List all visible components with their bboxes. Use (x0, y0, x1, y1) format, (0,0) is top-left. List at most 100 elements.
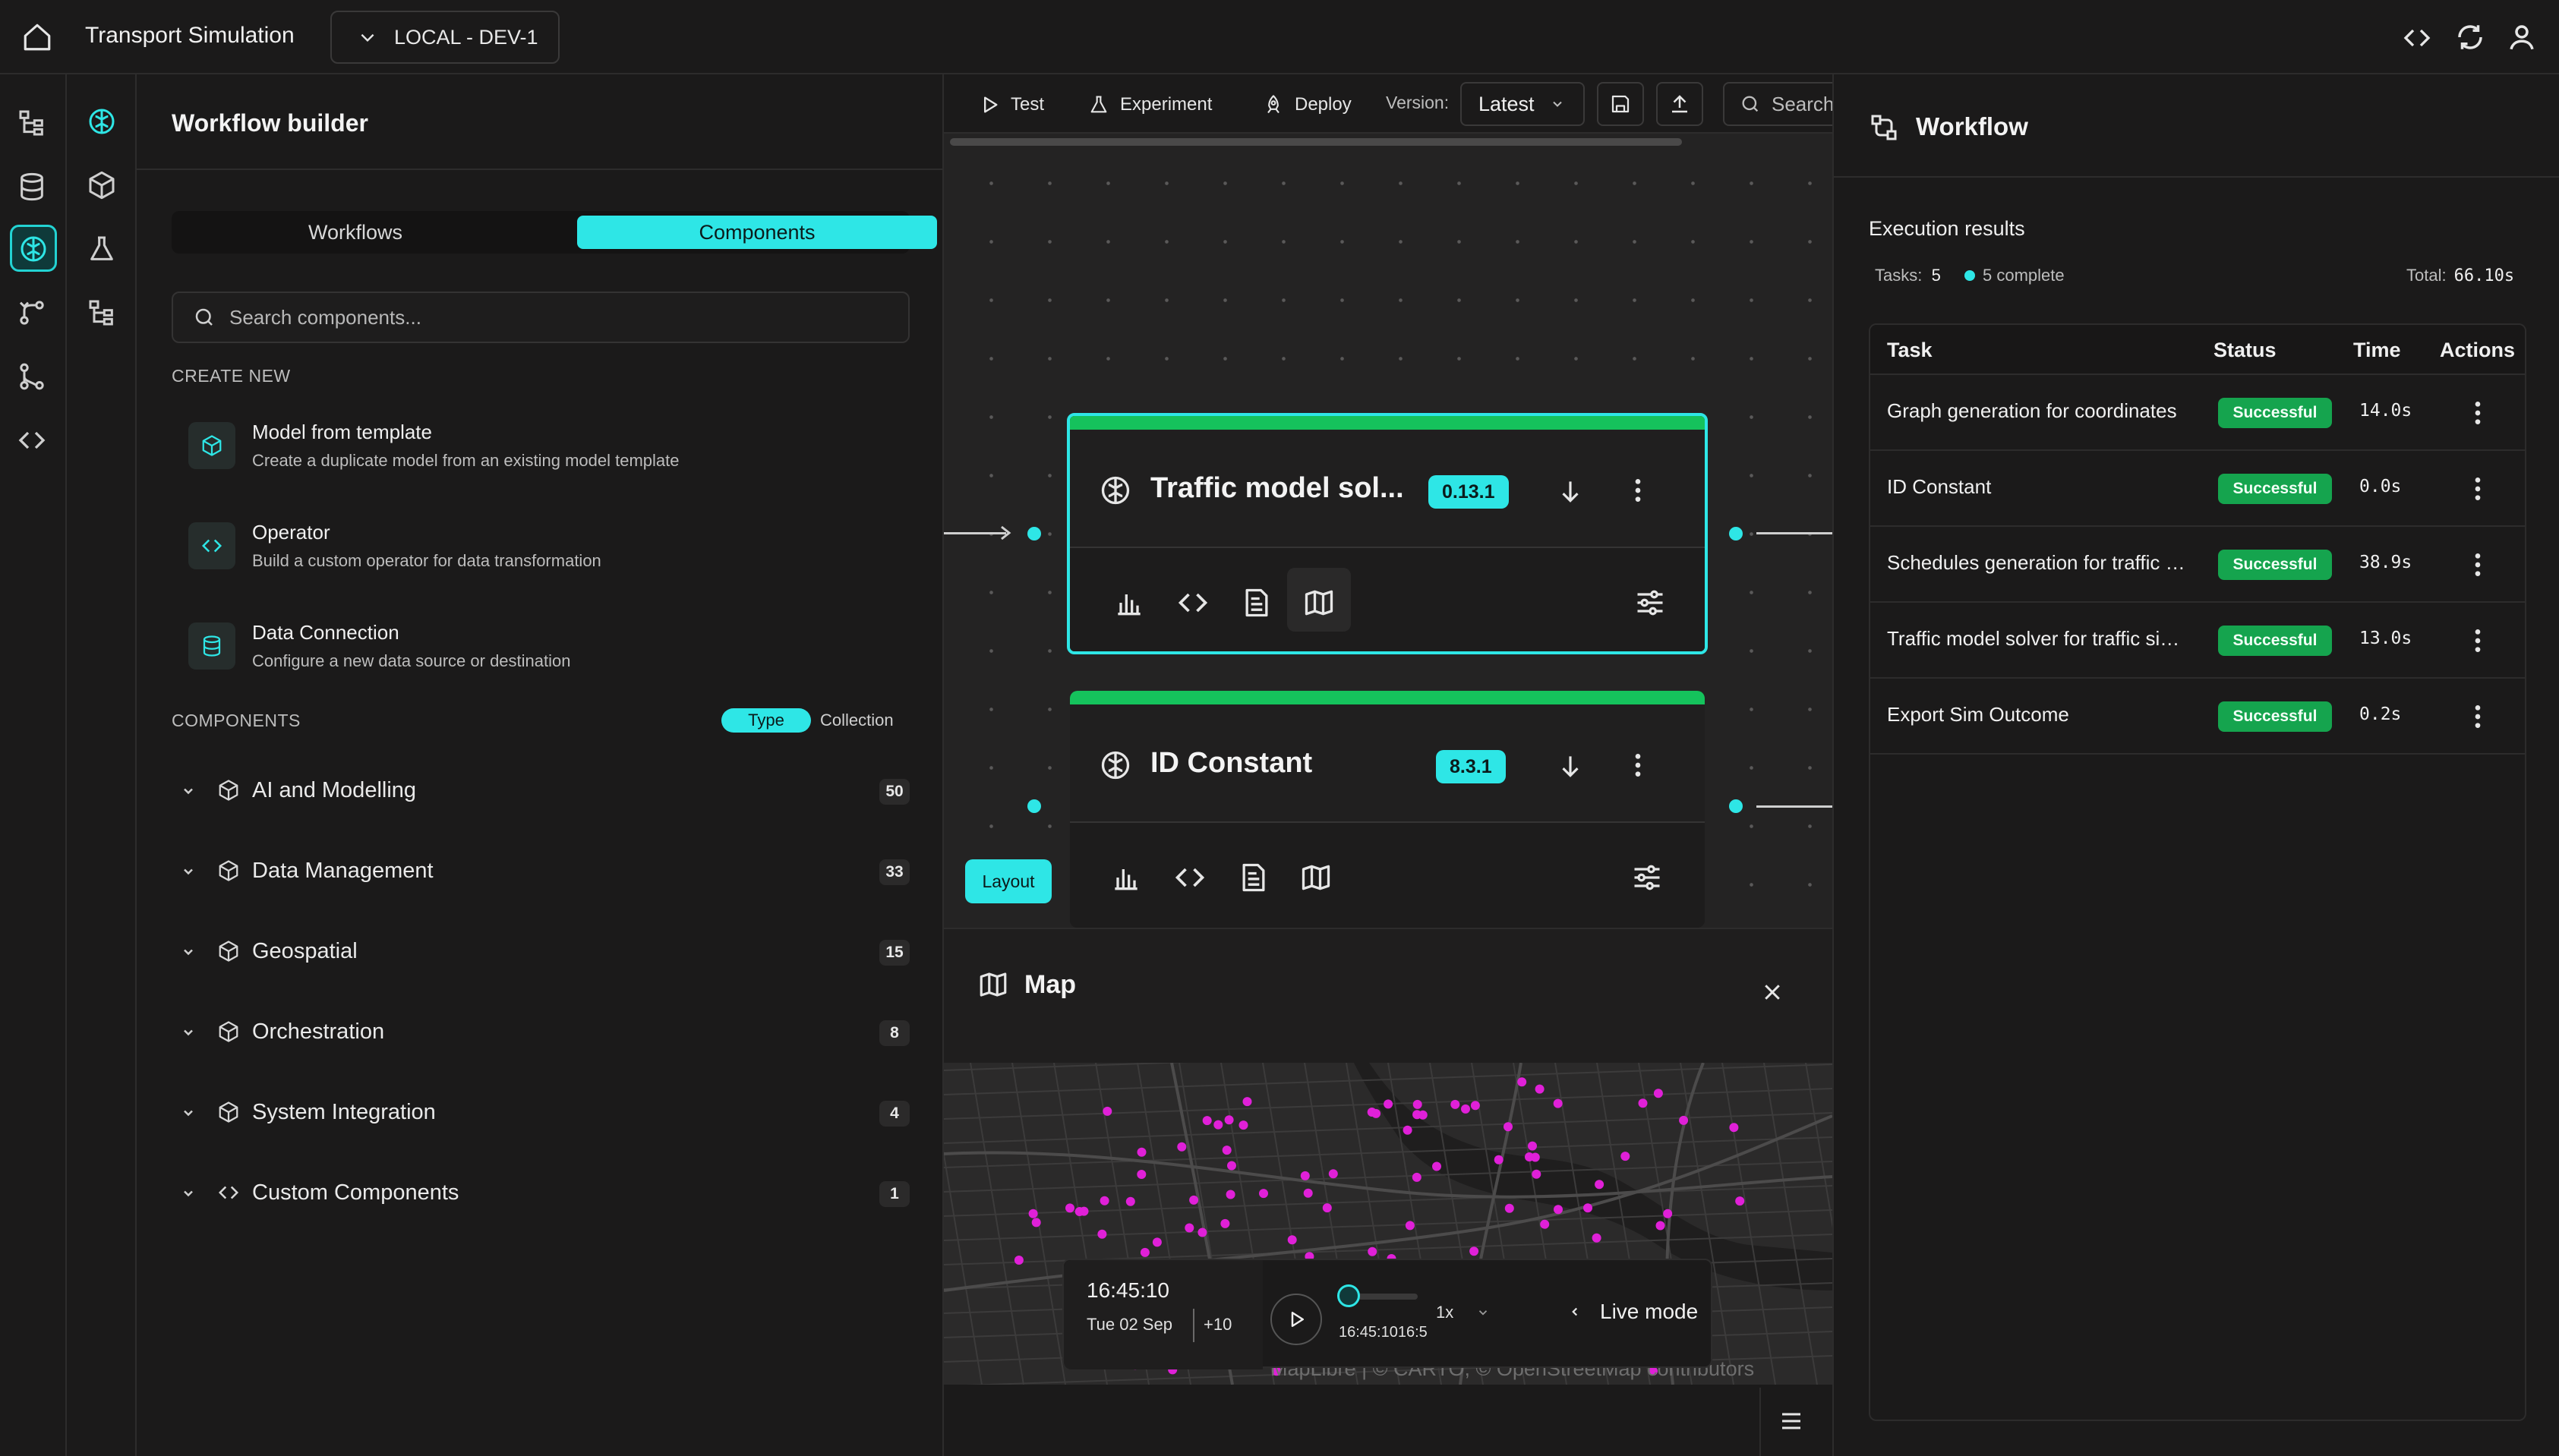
user-icon[interactable] (2506, 21, 2538, 53)
vehicle-marker (1137, 1147, 1147, 1157)
create-operator[interactable]: Operator Build a custom operator for dat… (188, 515, 902, 591)
category-name: Custom Components (252, 1180, 459, 1205)
category-ai-and-modelling[interactable]: AI and Modelling 50 (172, 765, 910, 818)
code-icon[interactable] (1173, 861, 1207, 894)
speed-value: 1x (1436, 1303, 1454, 1322)
category-count: 50 (879, 779, 910, 805)
node-output-port[interactable] (1729, 799, 1743, 813)
more-vertical-icon[interactable] (2463, 398, 2493, 428)
bar-chart-icon[interactable] (1112, 586, 1146, 619)
workflow-canvas[interactable]: Test Experiment Deploy Version: Latest S… (944, 74, 1832, 928)
node-input-port[interactable] (1027, 527, 1041, 540)
environment-select[interactable]: LOCAL - DEV-1 (330, 11, 560, 64)
test-button[interactable]: Test (979, 90, 1044, 120)
canvas-search-field[interactable]: Search (1723, 82, 1832, 126)
map-icon[interactable] (1302, 586, 1336, 619)
tab-components[interactable]: Components (577, 216, 937, 249)
chevron-down-icon (181, 1105, 196, 1120)
document-icon[interactable] (1237, 861, 1270, 894)
total-time: Total: 66.10s (2406, 266, 2514, 285)
refresh-icon[interactable] (2454, 21, 2486, 53)
bar-chart-icon[interactable] (1109, 861, 1143, 894)
horizontal-scrollbar[interactable] (950, 138, 1682, 146)
more-vertical-icon[interactable] (2463, 626, 2493, 656)
node-output-port[interactable] (1729, 527, 1743, 540)
home-icon[interactable] (21, 21, 53, 53)
document-icon[interactable] (1240, 586, 1273, 619)
flask-icon[interactable] (87, 234, 117, 264)
live-mode-button[interactable]: Live mode (1568, 1300, 1698, 1324)
arrow-down-icon[interactable] (1556, 477, 1585, 506)
chevron-down-icon (181, 1025, 196, 1040)
category-system-integration[interactable]: System Integration 4 (172, 1087, 910, 1140)
vehicle-marker (1227, 1161, 1236, 1171)
timeline-handle[interactable] (1337, 1284, 1360, 1307)
cube-icon[interactable] (87, 170, 117, 200)
timeline-time: 16:45:1016:5 (1339, 1324, 1428, 1341)
create-model-from-template[interactable]: Model from template Create a duplicate m… (188, 414, 902, 490)
code-icon[interactable] (17, 425, 47, 455)
node-status-stripe (1070, 416, 1705, 430)
hierarchy-icon[interactable] (17, 108, 47, 138)
search-input[interactable] (229, 305, 898, 329)
vehicle-marker (1540, 1219, 1550, 1229)
node-input-port[interactable] (1027, 799, 1041, 813)
sliders-icon[interactable] (1630, 861, 1664, 894)
create-data-connection[interactable]: Data Connection Configure a new data sou… (188, 615, 902, 691)
close-icon[interactable] (1761, 981, 1784, 1004)
chevron-down-icon (181, 1186, 196, 1201)
category-name: System Integration (252, 1100, 436, 1124)
category-custom-components[interactable]: Custom Components 1 (172, 1168, 910, 1221)
column-header-status: Status (2213, 339, 2277, 361)
code-icon[interactable] (1176, 586, 1210, 619)
more-vertical-icon[interactable] (2463, 474, 2493, 504)
task-time: 13.0s (2359, 629, 2412, 648)
node-id-constant[interactable]: ID Constant 8.3.1 (1070, 691, 1705, 928)
map-icon[interactable] (1299, 861, 1333, 894)
experiment-button[interactable]: Experiment (1088, 90, 1212, 120)
version-select[interactable]: Latest (1460, 82, 1585, 126)
hierarchy-icon[interactable] (87, 298, 117, 328)
map-title: Map (1024, 970, 1076, 999)
play-button[interactable] (1270, 1294, 1322, 1345)
menu-icon[interactable] (1778, 1407, 1805, 1435)
sliders-icon[interactable] (1633, 586, 1667, 619)
export-button[interactable] (1656, 82, 1703, 126)
deploy-button[interactable]: Deploy (1263, 90, 1352, 120)
more-vertical-icon[interactable] (1623, 750, 1653, 780)
table-row[interactable]: Graph generation for coordinates Success… (1870, 375, 2525, 451)
more-vertical-icon[interactable] (1623, 475, 1653, 506)
category-geospatial[interactable]: Geospatial 15 (172, 926, 910, 979)
table-row[interactable]: Schedules generation for traffic simulat… (1870, 527, 2525, 603)
brain-icon[interactable] (18, 234, 49, 264)
rocket-icon (1263, 94, 1284, 115)
view-collection-toggle[interactable]: Collection (820, 708, 894, 733)
git-branch-icon[interactable] (17, 361, 47, 392)
database-icon[interactable] (17, 172, 47, 202)
save-button[interactable] (1597, 82, 1644, 126)
builder-tabs: Workflows Components (172, 211, 937, 254)
more-vertical-icon[interactable] (2463, 701, 2493, 732)
tab-workflows[interactable]: Workflows (172, 211, 539, 254)
brain-icon[interactable] (87, 106, 117, 137)
map-panel: Map MapLibre | © CARTO, © OpenStreetMap … (944, 928, 1832, 1456)
category-orchestration[interactable]: Orchestration 8 (172, 1007, 910, 1060)
component-search-field[interactable] (172, 292, 910, 343)
table-row[interactable]: Export Sim Outcome Successful 0.2s (1870, 679, 2525, 755)
view-type-toggle[interactable]: Type (721, 708, 811, 733)
table-row[interactable]: Traffic model solver for traffic simulat… (1870, 603, 2525, 679)
node-traffic-model-solver[interactable]: Traffic model sol... 0.13.1 (1067, 413, 1708, 654)
vehicle-marker (1222, 1146, 1232, 1155)
vehicle-marker (1137, 1170, 1147, 1179)
category-data-management[interactable]: Data Management 33 (172, 846, 910, 899)
category-count: 1 (879, 1181, 910, 1207)
execution-results-title: Execution results (1869, 217, 2025, 240)
git-merge-icon[interactable] (17, 298, 47, 328)
vehicle-marker (1432, 1161, 1441, 1171)
arrow-down-icon[interactable] (1556, 752, 1585, 780)
code-icon[interactable] (2402, 23, 2432, 53)
layout-button[interactable]: Layout (965, 859, 1052, 903)
speed-select[interactable]: 1x (1436, 1303, 1490, 1322)
table-row[interactable]: ID Constant Successful 0.0s (1870, 451, 2525, 527)
more-vertical-icon[interactable] (2463, 550, 2493, 580)
